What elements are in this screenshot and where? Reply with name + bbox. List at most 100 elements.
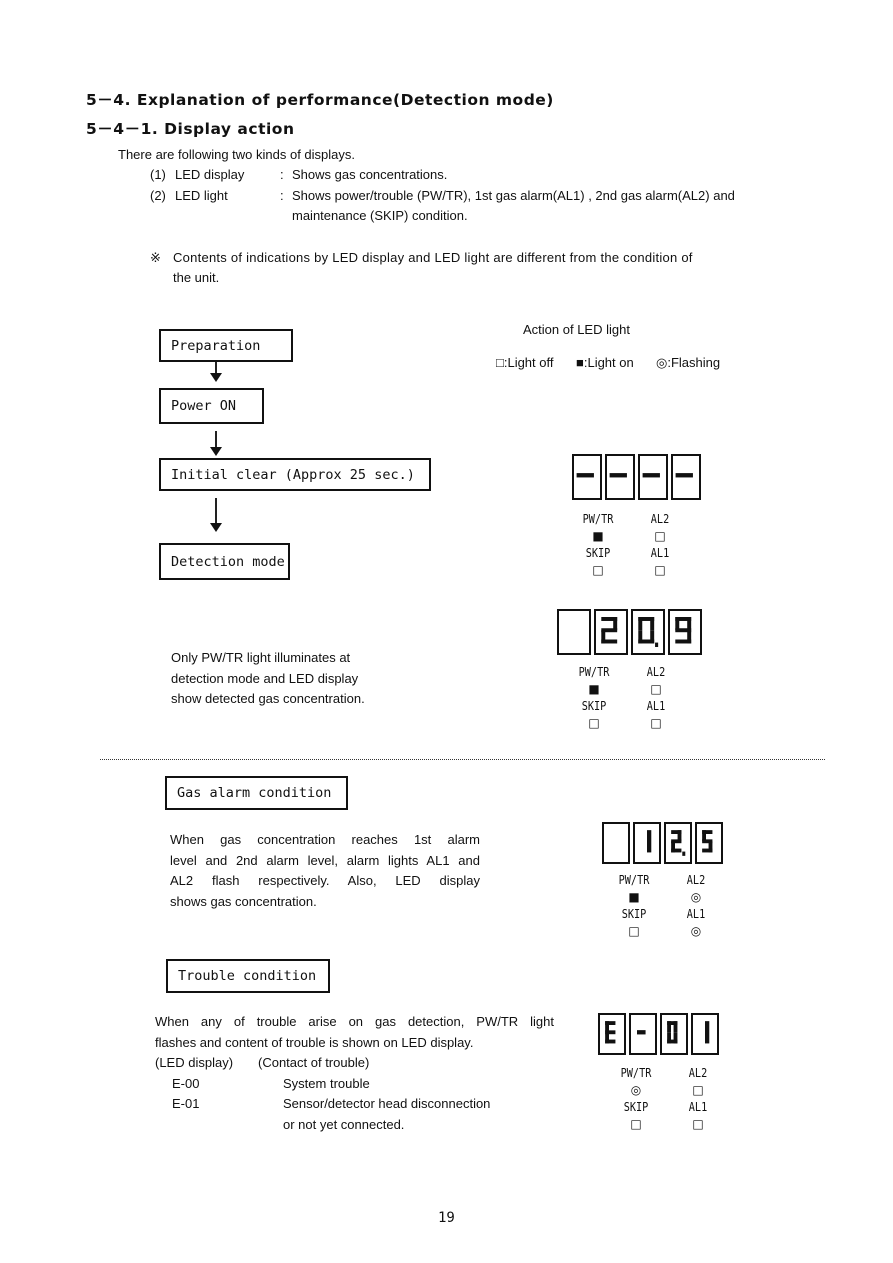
gas-alarm-heading-box: Gas alarm condition — [165, 776, 348, 810]
led-lights-trouble: PW/TR AL2 ◎ □ SKIP AL1 □ □ — [605, 1066, 729, 1132]
lamp-label-al2: AL2 — [646, 665, 666, 679]
led-segment — [675, 473, 693, 478]
led-display-initial-clear — [572, 454, 701, 500]
trouble-heading: Trouble condition — [178, 968, 317, 984]
led-digit — [602, 822, 630, 864]
led-digit — [691, 1013, 719, 1055]
intro-item-2-num: (2) — [150, 188, 166, 203]
led-segment — [638, 617, 643, 631]
intro-lead: There are following two kinds of display… — [118, 147, 356, 162]
flow-step-label: Initial clear (Approx 25 sec.) — [171, 466, 415, 483]
intro-item-2-desc: Shows power/trouble (PW/TR), 1st gas ala… — [292, 188, 735, 203]
led-segment — [605, 1039, 616, 1044]
trouble-line: When any of trouble arise on gas detecti… — [155, 1014, 554, 1029]
trouble-description: When any of trouble arise on gas detecti… — [155, 1012, 554, 1053]
trouble-line: flashes and content of trouble is shown … — [155, 1034, 474, 1050]
flow-step-detection-mode: Detection mode — [159, 543, 290, 580]
legend-on: ■:Light on — [576, 355, 634, 370]
led-segment — [667, 1021, 671, 1033]
detection-note-line: Only PW/TR light illuminates at — [171, 650, 351, 665]
lamp-label-skip: SKIP — [585, 546, 611, 560]
page-number: 19 — [438, 1210, 455, 1226]
trouble-code: E-01 — [172, 1096, 200, 1111]
detection-note-line: detection mode and LED display — [171, 670, 359, 686]
flow-step-label: Detection mode — [171, 553, 285, 570]
lamp-label-pw-tr: PW/TR — [620, 1066, 652, 1080]
gas-alarm-line: When gas concentration reaches 1st alarm — [170, 832, 480, 847]
flow-step-label: Preparation — [171, 337, 261, 354]
section-divider — [100, 759, 825, 760]
gas-alarm-line: level and 2nd alarm level, alarm lights … — [170, 852, 480, 868]
lamp-al1-off-icon: □ — [692, 1117, 704, 1131]
led-digit — [594, 609, 628, 655]
trouble-heading-box: Trouble condition — [166, 959, 330, 993]
led-digit — [629, 1013, 657, 1055]
led-display-gas-alarm — [602, 822, 723, 864]
led-decimal-point — [682, 851, 686, 856]
lamp-al1-off-icon: □ — [650, 716, 662, 730]
gas-alarm-heading: Gas alarm condition — [177, 785, 332, 801]
flow-arrow-2 — [210, 431, 222, 456]
detection-note-line: show detected gas concentration. — [171, 691, 365, 706]
led-segment — [601, 639, 618, 644]
intro-item-2-term: LED light — [175, 188, 228, 203]
gas-alarm-line: AL2 flash respectively. Also, LED displa… — [170, 873, 480, 888]
led-segment — [638, 630, 643, 644]
led-digit — [633, 822, 661, 864]
led-display-trouble — [598, 1013, 719, 1055]
lamp-pw-tr-on-icon: ■ — [628, 890, 640, 904]
legend-title: Action of LED light — [523, 322, 630, 337]
flow-step-power-on: Power ON — [159, 388, 264, 424]
led-digit — [638, 454, 668, 500]
lamp-label-skip: SKIP — [621, 907, 647, 921]
led-digit — [664, 822, 692, 864]
led-segment — [667, 1032, 671, 1044]
trouble-desc: Sensor/detector head disconnection — [283, 1096, 491, 1111]
led-segment — [642, 473, 660, 478]
lamp-pw-tr-flash-icon: ◎ — [630, 1083, 642, 1097]
lamp-al2-off-icon: □ — [650, 682, 662, 696]
lamp-label-al2: AL2 — [650, 512, 670, 526]
led-segment — [647, 830, 652, 853]
lamp-skip-off-icon: □ — [592, 563, 604, 577]
lamp-label-skip: SKIP — [623, 1100, 649, 1114]
led-digit — [605, 454, 635, 500]
led-lights-initial-clear: PW/TR AL2 ■ □ SKIP AL1 □ □ — [567, 512, 691, 578]
lamp-label-al1: AL1 — [646, 699, 666, 713]
led-segment — [673, 1021, 678, 1033]
intro-item-1-term: LED display — [175, 167, 245, 182]
gas-alarm-line: shows gas concentration. — [170, 893, 317, 909]
led-segment — [576, 473, 594, 478]
note-line-1: Contents of indications by LED display a… — [173, 250, 693, 265]
section-title: 5－4. Explanation of performance(Detectio… — [86, 91, 554, 109]
intro-item-1-desc: Shows gas concentrations. — [292, 167, 448, 182]
led-decimal-point — [655, 642, 659, 647]
note-line-2: the unit. — [173, 270, 220, 285]
led-digit — [695, 822, 723, 864]
section-subtitle: 5－4－1. Display action — [86, 120, 295, 138]
lamp-label-skip: SKIP — [581, 699, 607, 713]
lamp-label-pw-tr: PW/TR — [582, 512, 614, 526]
lamp-label-pw-tr: PW/TR — [618, 873, 650, 887]
led-lights-gas-alarm: PW/TR AL2 ■ ◎ SKIP AL1 □ ◎ — [603, 873, 727, 939]
led-digit — [572, 454, 602, 500]
led-digit — [671, 454, 701, 500]
lamp-skip-off-icon: □ — [628, 924, 640, 938]
led-segment — [675, 639, 692, 644]
led-segment — [705, 1021, 710, 1044]
note-mark: ※ — [150, 250, 161, 265]
led-digit — [557, 609, 591, 655]
flow-step-initial-clear: Initial clear (Approx 25 sec.) — [159, 458, 431, 491]
lamp-al1-off-icon: □ — [654, 563, 666, 577]
lamp-al2-off-icon: □ — [692, 1083, 704, 1097]
flow-step-preparation: Preparation — [159, 329, 293, 362]
trouble-desc-cont: or not yet connected. — [283, 1117, 405, 1132]
legend-off: □:Light off — [496, 355, 554, 370]
lamp-label-al1: AL1 — [650, 546, 670, 560]
lamp-al1-flash-icon: ◎ — [690, 924, 702, 938]
gas-alarm-description: When gas concentration reaches 1st alarm… — [170, 830, 480, 912]
flow-arrow-3 — [210, 498, 222, 532]
flow-step-label: Power ON — [171, 398, 237, 414]
led-display-detection — [557, 609, 702, 655]
lamp-label-al1: AL1 — [686, 907, 706, 921]
